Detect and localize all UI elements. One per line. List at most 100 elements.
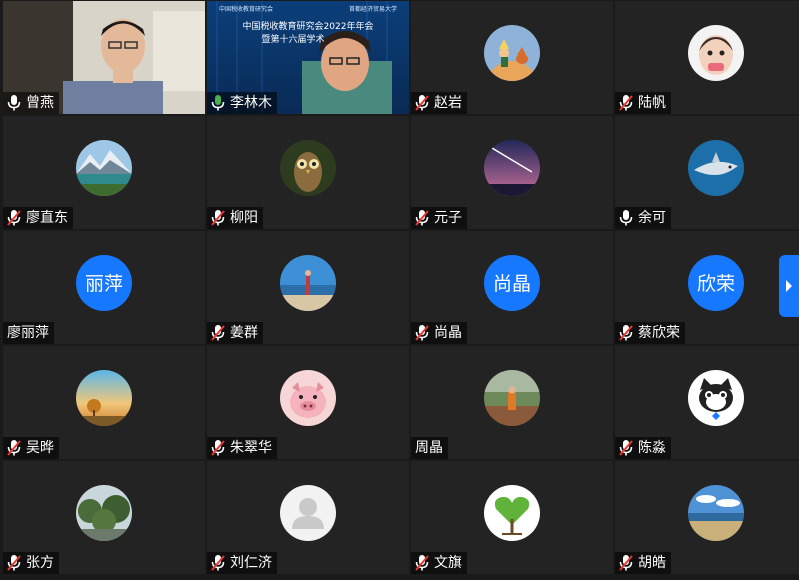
participant-tile-16[interactable]: 张方 [3, 461, 205, 574]
participant-name-tag: 周晶 [411, 437, 448, 459]
participant-name: 周晶 [415, 440, 443, 456]
participant-name-tag: 柳阳 [207, 207, 263, 229]
pig-icon [280, 369, 336, 426]
sunset-tree-icon [76, 369, 132, 426]
participant-name-tag: 曾燕 [3, 92, 59, 114]
participant-tile-12[interactable]: 吴晔 [3, 346, 205, 459]
child-photo-icon [688, 24, 744, 81]
participant-name: 赵岩 [434, 95, 462, 111]
participant-name-tag: 刘仁济 [207, 552, 277, 574]
participant-name-tag: 朱翠华 [207, 437, 277, 459]
forest-icon [76, 484, 132, 541]
mic-icon [619, 210, 633, 226]
mic-muted-icon [415, 555, 429, 571]
participant-tile-10[interactable]: 尚晶 尚晶 [411, 231, 613, 344]
participant-name: 尚晶 [434, 325, 462, 341]
owl-icon [280, 139, 336, 196]
participant-name-tag: 姜群 [207, 322, 263, 344]
participant-tile-2[interactable]: 赵岩 [411, 1, 613, 114]
side-panel-toggle-button[interactable] [779, 255, 799, 317]
participant-tile-17[interactable]: 刘仁济 [207, 461, 409, 574]
participant-tile-9[interactable]: 姜群 [207, 231, 409, 344]
participant-tile-3[interactable]: 陆帆 [615, 1, 799, 114]
participant-name-tag: 吴晔 [3, 437, 59, 459]
default-user-icon [280, 484, 336, 541]
participant-tile-8[interactable]: 丽萍 廖丽萍 [3, 231, 205, 344]
participant-tile-0[interactable]: 曾燕 [3, 1, 205, 114]
cat-icon [688, 369, 744, 426]
mic-muted-icon [211, 555, 225, 571]
participant-name-tag: 廖丽萍 [3, 322, 54, 344]
participant-name: 余可 [638, 210, 666, 226]
participant-name-tag: 张方 [3, 552, 59, 574]
mic-active-icon [211, 95, 225, 111]
participant-tile-15[interactable]: 陈淼 [615, 346, 799, 459]
initials-avatar: 欣荣 [688, 254, 744, 311]
participant-name: 廖丽萍 [7, 325, 49, 341]
mic-muted-icon [7, 210, 21, 226]
beach-person-icon [280, 254, 336, 311]
participant-name-tag: 李林木 [207, 92, 277, 114]
participant-name: 廖直东 [26, 210, 68, 226]
participant-tile-7[interactable]: 余可 [615, 116, 799, 229]
participant-name-tag: 元子 [411, 207, 467, 229]
mic-muted-icon [415, 325, 429, 341]
participant-name: 李林木 [230, 95, 272, 111]
participant-name: 张方 [26, 555, 54, 571]
participant-name-tag: 陆帆 [615, 92, 671, 114]
participant-name: 吴晔 [26, 440, 54, 456]
participant-tile-14[interactable]: 周晶 [411, 346, 613, 459]
mic-muted-icon [7, 440, 21, 456]
mic-muted-icon [415, 210, 429, 226]
participant-tile-19[interactable]: 胡皓 [615, 461, 799, 574]
mic-muted-icon [415, 95, 429, 111]
participant-tile-4[interactable]: 廖直东 [3, 116, 205, 229]
participant-name: 柳阳 [230, 210, 258, 226]
participant-name-tag: 蔡欣荣 [615, 322, 685, 344]
participant-name-tag: 陈淼 [615, 437, 671, 459]
participant-tile-5[interactable]: 柳阳 [207, 116, 409, 229]
participant-name-tag: 文旗 [411, 552, 467, 574]
participant-name-tag: 余可 [615, 207, 671, 229]
initials-avatar: 尚晶 [484, 254, 540, 311]
participant-name: 陆帆 [638, 95, 666, 111]
participant-name-tag: 赵岩 [411, 92, 467, 114]
banner-title: 中国税收教育研究会2022年年会 [242, 22, 374, 32]
mic-muted-icon [619, 555, 633, 571]
initials-avatar: 丽萍 [76, 254, 132, 311]
heart-tree-icon [484, 484, 540, 541]
banner-small-right: 首都经济贸易大学 [348, 6, 397, 13]
participant-name: 胡皓 [638, 555, 666, 571]
participant-name: 刘仁济 [230, 555, 272, 571]
mic-muted-icon [211, 325, 225, 341]
lakeside-icon [688, 484, 744, 541]
mic-muted-icon [211, 440, 225, 456]
participant-tile-1[interactable]: 中国税收教育研究会 首都经济贸易大学 中国税收教育研究会2022年年会 暨第十六… [207, 1, 409, 114]
chevron-right-icon [786, 280, 792, 292]
mic-muted-icon [619, 95, 633, 111]
participant-name: 朱翠华 [230, 440, 272, 456]
mic-muted-icon [619, 440, 633, 456]
participant-name-tag: 胡皓 [615, 552, 671, 574]
participant-name: 文旗 [434, 555, 462, 571]
participant-name: 元子 [434, 210, 462, 226]
video-grid: 曾燕 中国税收教育研究会 首都经济贸易大学 中国税收教育研究会2022年年会 暨… [0, 0, 799, 580]
night-sky-icon [484, 139, 540, 196]
participant-name: 陈淼 [638, 440, 666, 456]
participant-name-tag: 廖直东 [3, 207, 73, 229]
participant-name: 姜群 [230, 325, 258, 341]
playground-icon [484, 369, 540, 426]
mic-icon [7, 95, 21, 111]
mic-muted-icon [211, 210, 225, 226]
mountain-lake-icon [76, 139, 132, 196]
mic-muted-icon [7, 555, 21, 571]
participant-name: 蔡欣荣 [638, 325, 680, 341]
participant-tile-11[interactable]: 欣荣 蔡欣荣 [615, 231, 799, 344]
shark-icon [688, 139, 744, 196]
mic-muted-icon [619, 325, 633, 341]
participant-tile-18[interactable]: 文旗 [411, 461, 613, 574]
banner-subtitle: 暨第十六届学术 [261, 35, 325, 45]
participant-tile-13[interactable]: 朱翠华 [207, 346, 409, 459]
participant-name-tag: 尚晶 [411, 322, 467, 344]
participant-tile-6[interactable]: 元子 [411, 116, 613, 229]
